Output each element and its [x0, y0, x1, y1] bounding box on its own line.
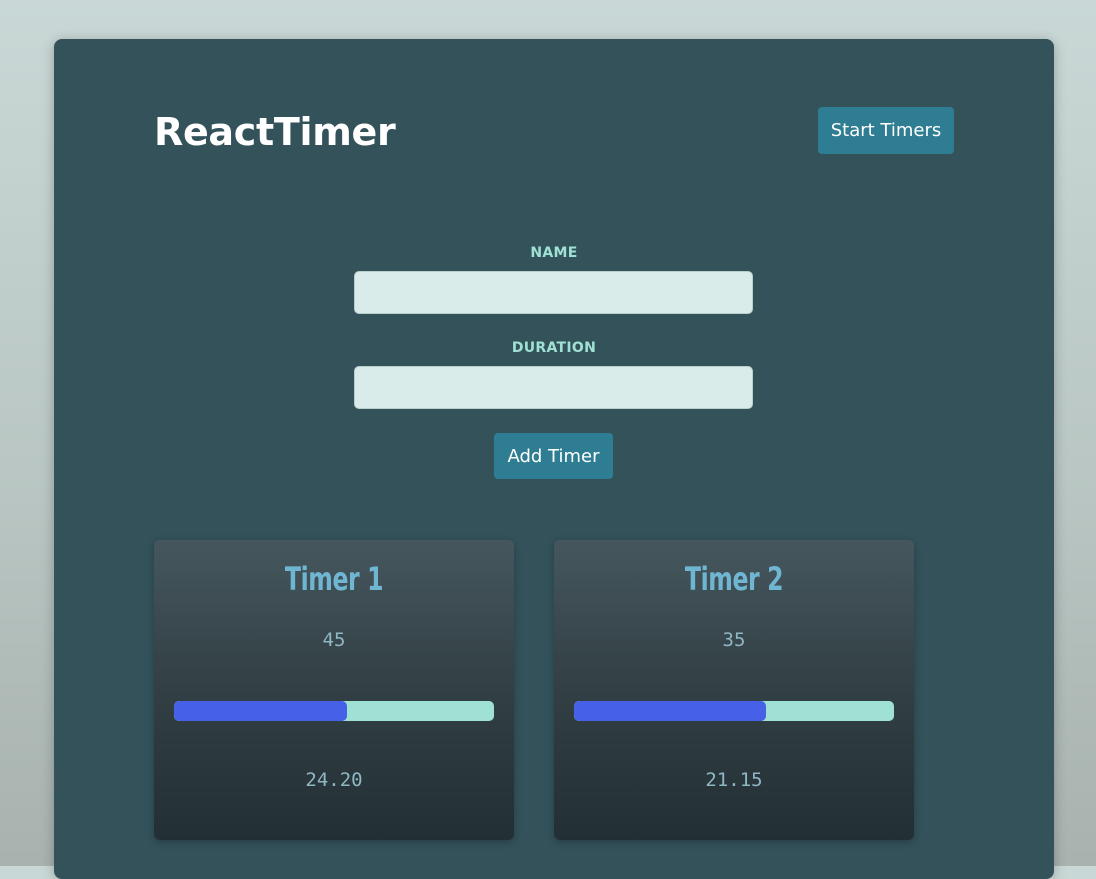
timer-progress-fill — [574, 701, 766, 721]
app-title: ReactTimer — [154, 110, 396, 154]
timer-remaining: 21.15 — [705, 769, 763, 791]
timer-progress-fill — [174, 701, 347, 721]
duration-input[interactable] — [354, 366, 753, 409]
timer-duration: 35 — [722, 629, 746, 651]
timer-card: Timer 1 45 24.20 — [154, 540, 514, 840]
timer-name: Timer 2 — [684, 560, 784, 598]
name-label: NAME — [530, 245, 578, 261]
add-timer-button[interactable]: Add Timer — [494, 433, 613, 479]
start-timers-button[interactable]: Start Timers — [818, 107, 954, 154]
timer-name: Timer 1 — [284, 560, 384, 598]
timer-remaining: 24.20 — [305, 769, 363, 791]
name-input[interactable] — [354, 271, 753, 314]
timer-duration: 45 — [322, 629, 346, 651]
duration-label: DURATION — [511, 340, 597, 356]
timer-progress-bar — [174, 701, 494, 721]
timer-card: Timer 2 35 21.15 — [554, 540, 914, 840]
timer-progress-bar — [574, 701, 894, 721]
app-panel: ReactTimer Start Timers NAME DURATION Ad… — [54, 39, 1054, 879]
